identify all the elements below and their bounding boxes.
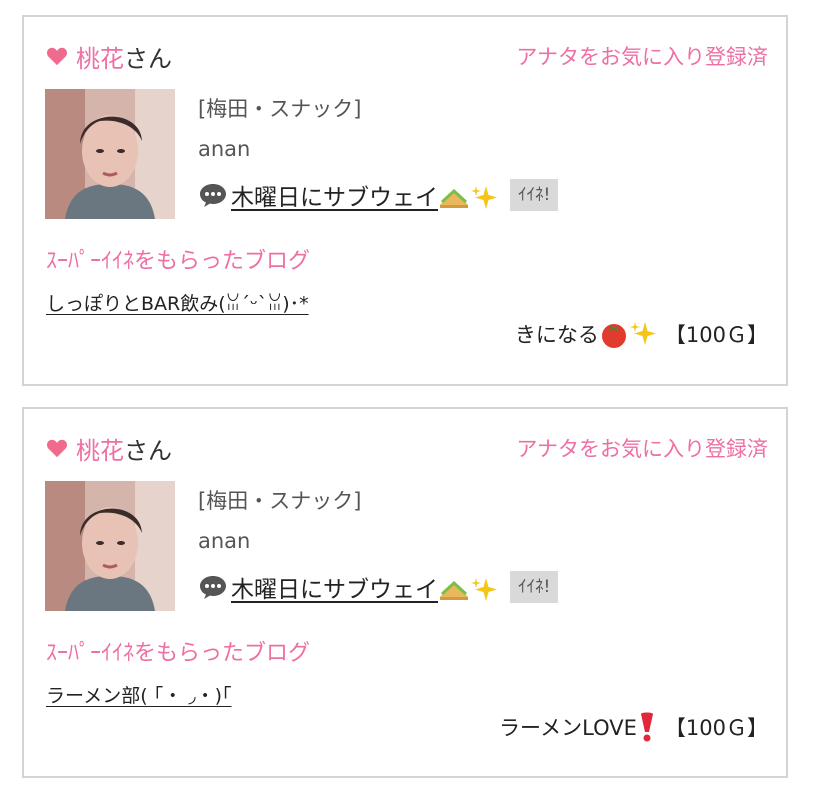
- author-honorific: さん: [124, 436, 172, 465]
- avatar: [45, 89, 175, 219]
- author-honorific: さん: [124, 44, 172, 73]
- shop-label: [梅田・スナック]: [198, 97, 362, 121]
- blog-title-row[interactable]: 木曜日にサブウェイ ｲｲﾈ!: [198, 567, 559, 607]
- speech-bubble-icon: [200, 184, 226, 207]
- gift-text: きになる: [514, 323, 599, 347]
- like-button[interactable]: ｲｲﾈ!: [510, 571, 559, 603]
- liked-blog-link[interactable]: しっぽりとBAR飲み(ꈍ´ᵕ`ꈍ)･*: [46, 289, 309, 316]
- author-photo[interactable]: [45, 89, 175, 219]
- exclamation-icon: [640, 712, 653, 742]
- card-header: 桃花 さん: [46, 431, 172, 465]
- gift-amount: 【100Ｇ】: [664, 716, 768, 740]
- favorite-status: アナタをお気に入り登録済: [516, 45, 768, 69]
- post-info: [梅田・スナック] anan 木曜日にサブウェイ ｲｲﾈ!: [198, 91, 559, 215]
- blog-title-link[interactable]: 木曜日にサブウェイ: [231, 570, 498, 605]
- sandwich-icon: [440, 189, 468, 209]
- gift-text: ラーメンLOVE: [499, 716, 637, 740]
- card-header: 桃花 さん: [46, 39, 172, 73]
- heart-icon: [46, 439, 68, 458]
- sparkles-icon: [471, 578, 497, 602]
- username: anan: [198, 529, 251, 553]
- avatar: [45, 481, 175, 611]
- blog-title-row[interactable]: 木曜日にサブウェイ ｲｲﾈ!: [198, 175, 559, 215]
- blog-card: 桃花 さん アナタをお気に入り登録済 [梅田・スナック] anan 木曜日にサブウ…: [22, 407, 788, 778]
- sandwich-icon: [440, 581, 468, 601]
- favorite-status: アナタをお気に入り登録済: [516, 437, 768, 461]
- post-info: [梅田・スナック] anan 木曜日にサブウェイ ｲｲﾈ!: [198, 483, 559, 607]
- super-like-heading: ｽｰﾊﾟｰｲｲﾈをもらったブログ: [46, 249, 311, 274]
- sparkles-icon: [629, 322, 656, 345]
- like-button[interactable]: ｲｲﾈ!: [510, 179, 559, 211]
- heart-icon: [46, 47, 68, 66]
- blog-title-link[interactable]: 木曜日にサブウェイ: [231, 178, 498, 213]
- shop-label: [梅田・スナック]: [198, 489, 362, 513]
- gift-amount: 【100Ｇ】: [664, 323, 768, 347]
- username: anan: [198, 137, 251, 161]
- author-name[interactable]: 桃花: [76, 431, 124, 466]
- sparkles-icon: [471, 186, 497, 210]
- tomato-icon: [601, 324, 626, 348]
- gift-message: ラーメンLOVE 【100Ｇ】: [499, 711, 768, 743]
- author-name[interactable]: 桃花: [76, 39, 124, 74]
- gift-message: きになる 【100Ｇ】: [515, 319, 768, 349]
- super-like-heading: ｽｰﾊﾟｰｲｲﾈをもらったブログ: [46, 641, 311, 666]
- author-photo[interactable]: [45, 481, 175, 611]
- speech-bubble-icon: [200, 576, 226, 599]
- blog-card: 桃花 さん アナタをお気に入り登録済 [梅田・スナック] anan 木曜日にサブウ…: [22, 15, 788, 386]
- liked-blog-link[interactable]: ラーメン部( ｢・ ◞・)｢: [46, 681, 232, 708]
